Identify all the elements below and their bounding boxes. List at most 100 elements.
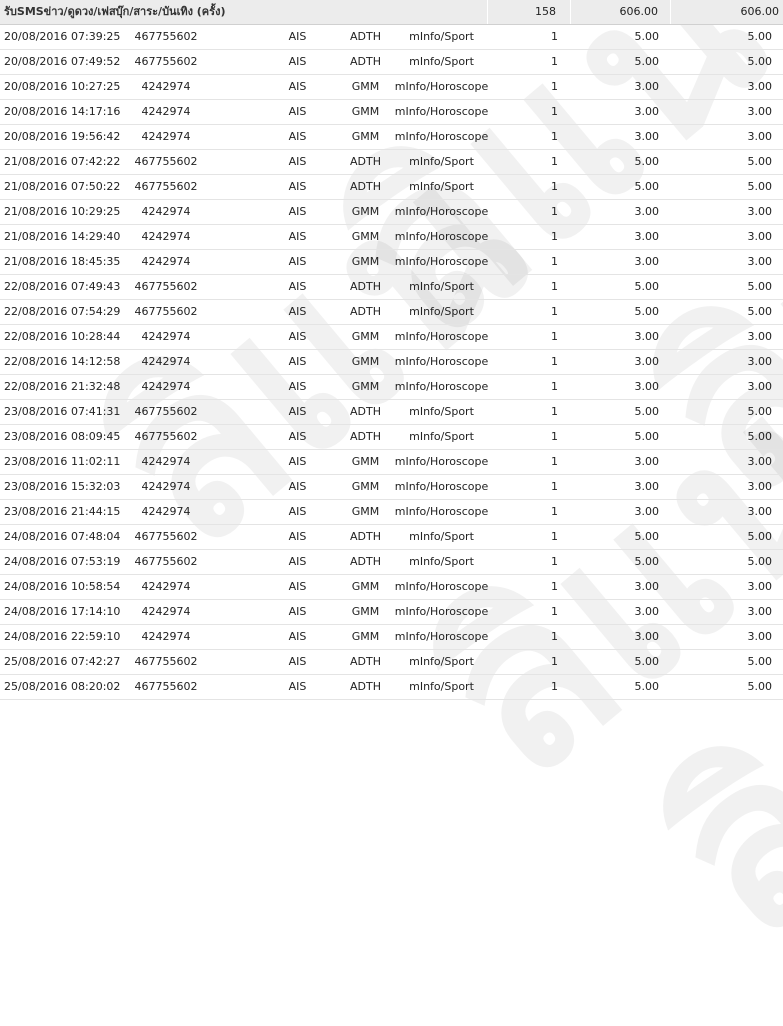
- row-price: 3.00: [634, 480, 660, 493]
- row-price: 5.00: [634, 55, 660, 68]
- row-service: mInfo/Sport: [409, 280, 474, 293]
- row-operator: AIS: [288, 380, 307, 393]
- row-date: 21/08/2016: [4, 180, 68, 193]
- row-date: 20/08/2016: [4, 30, 68, 43]
- row-operator: AIS: [288, 105, 307, 118]
- row-provider: GMM: [351, 330, 380, 343]
- row-date: 24/08/2016: [4, 630, 68, 643]
- table-row: 23/08/2016 08:09:45 467755602 AIS ADTH mInfo/…: [0, 425, 783, 450]
- row-price: 5.00: [634, 430, 660, 443]
- row-provider: GMM: [351, 255, 380, 268]
- table-row: 21/08/2016 18:45:35 4242974 AIS GMM mInfo/Hor…: [0, 250, 783, 275]
- row-service: mInfo/Horoscope: [394, 255, 489, 268]
- row-service: mInfo/Horoscope: [394, 505, 489, 518]
- row-number: 4242974: [141, 230, 191, 243]
- row-service: mInfo/Horoscope: [394, 330, 489, 343]
- table-row: 25/08/2016 07:42:27 467755602 AIS ADTH mInfo/…: [0, 650, 783, 675]
- row-date: 23/08/2016: [4, 455, 68, 468]
- table-row: 23/08/2016 07:41:31 467755602 AIS ADTH mInfo/…: [0, 400, 783, 425]
- row-number: 4242974: [141, 80, 191, 93]
- row-date: 20/08/2016: [4, 130, 68, 143]
- row-price: 5.00: [634, 180, 660, 193]
- row-number: 467755602: [134, 305, 198, 318]
- row-provider: ADTH: [350, 155, 381, 168]
- row-service: mInfo/Horoscope: [394, 230, 489, 243]
- row-operator: AIS: [288, 280, 307, 293]
- row-provider: GMM: [351, 455, 380, 468]
- row-total: 5.00: [747, 430, 773, 443]
- row-service: mInfo/Sport: [409, 680, 474, 693]
- row-operator: AIS: [288, 330, 307, 343]
- row-provider: ADTH: [350, 180, 381, 193]
- row-total: 3.00: [747, 255, 773, 268]
- row-operator: AIS: [288, 580, 307, 593]
- row-price: 5.00: [634, 680, 660, 693]
- row-total: 5.00: [747, 280, 773, 293]
- row-provider: ADTH: [350, 680, 381, 693]
- row-date: 25/08/2016: [4, 680, 68, 693]
- row-provider: ADTH: [350, 530, 381, 543]
- row-price: 5.00: [634, 305, 660, 318]
- row-count: 1: [551, 130, 558, 143]
- row-number: 4242974: [141, 105, 191, 118]
- row-provider: GMM: [351, 380, 380, 393]
- row-service: mInfo/Sport: [409, 155, 474, 168]
- row-price: 3.00: [634, 380, 660, 393]
- row-total: 3.00: [747, 130, 773, 143]
- table-row: 24/08/2016 07:53:19 467755602 AIS ADTH mInfo/…: [0, 550, 783, 575]
- row-operator: AIS: [288, 180, 307, 193]
- row-total: 5.00: [747, 655, 773, 668]
- row-total: 3.00: [747, 80, 773, 93]
- row-price: 3.00: [634, 80, 660, 93]
- row-count: 1: [551, 455, 558, 468]
- summary-amount: 606.00: [570, 0, 662, 24]
- row-price: 3.00: [634, 505, 660, 518]
- row-operator: AIS: [288, 255, 307, 268]
- row-service: mInfo/Horoscope: [394, 130, 489, 143]
- row-operator: AIS: [288, 630, 307, 643]
- row-price: 5.00: [634, 155, 660, 168]
- row-date: 23/08/2016: [4, 480, 68, 493]
- row-date: 21/08/2016: [4, 155, 68, 168]
- row-service: mInfo/Sport: [409, 405, 474, 418]
- row-date: 23/08/2016: [4, 505, 68, 518]
- row-number: 4242974: [141, 455, 191, 468]
- row-date: 24/08/2016: [4, 580, 68, 593]
- row-price: 5.00: [634, 30, 660, 43]
- row-price: 3.00: [634, 630, 660, 643]
- row-number: 467755602: [134, 55, 198, 68]
- table-row: 20/08/2016 14:17:16 4242974 AIS GMM mInfo/Hor…: [0, 100, 783, 125]
- row-number: 467755602: [134, 430, 198, 443]
- row-service: mInfo/Horoscope: [394, 480, 489, 493]
- row-total: 3.00: [747, 480, 773, 493]
- row-operator: AIS: [288, 155, 307, 168]
- row-provider: ADTH: [350, 305, 381, 318]
- row-count: 1: [551, 605, 558, 618]
- row-price: 5.00: [634, 555, 660, 568]
- row-date: 22/08/2016: [4, 380, 68, 393]
- row-service: mInfo/Horoscope: [394, 105, 489, 118]
- row-price: 3.00: [634, 580, 660, 593]
- row-price: 5.00: [634, 655, 660, 668]
- row-operator: AIS: [288, 230, 307, 243]
- table-row: 24/08/2016 07:48:04 467755602 AIS ADTH mInfo/…: [0, 525, 783, 550]
- table-row: 20/08/2016 10:27:25 4242974 AIS GMM mInfo/Hor…: [0, 75, 783, 100]
- row-provider: GMM: [351, 130, 380, 143]
- row-service: mInfo/Horoscope: [394, 605, 489, 618]
- row-number: 467755602: [134, 680, 198, 693]
- row-provider: GMM: [351, 230, 380, 243]
- row-count: 1: [551, 655, 558, 668]
- row-total: 5.00: [747, 530, 773, 543]
- row-price: 3.00: [634, 455, 660, 468]
- row-operator: AIS: [288, 30, 307, 43]
- summary-title: รับSMSข่าว/ดูดวง/เฟสบุ๊ก/สาระ/บันเทิง (ค…: [4, 5, 226, 18]
- row-operator: AIS: [288, 480, 307, 493]
- row-provider: ADTH: [350, 430, 381, 443]
- row-service: mInfo/Horoscope: [394, 630, 489, 643]
- row-price: 3.00: [634, 330, 660, 343]
- row-operator: AIS: [288, 655, 307, 668]
- row-date: 24/08/2016: [4, 605, 68, 618]
- table-row: 23/08/2016 21:44:15 4242974 AIS GMM mInfo/Hor…: [0, 500, 783, 525]
- table-row: 22/08/2016 07:54:29 467755602 AIS ADTH mInfo/…: [0, 300, 783, 325]
- row-count: 1: [551, 230, 558, 243]
